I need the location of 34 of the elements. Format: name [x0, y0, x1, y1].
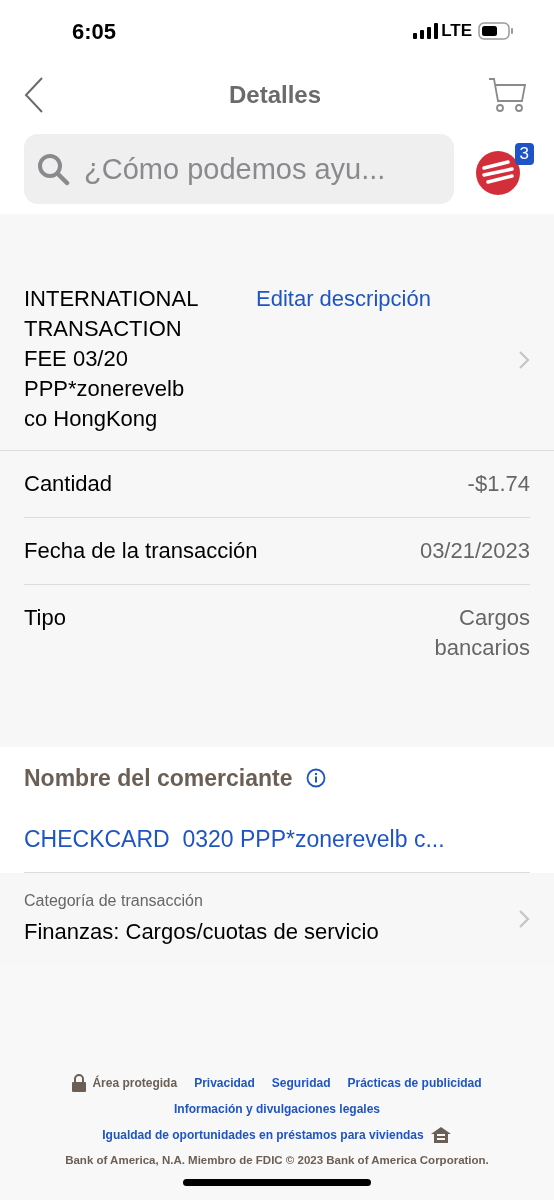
info-icon[interactable]: [306, 768, 327, 789]
detail-value: -$1.74: [467, 470, 530, 498]
detail-label: Cantidad: [24, 470, 113, 498]
signal-icon: [413, 23, 440, 39]
detail-label: Fecha de la transacción: [24, 537, 258, 565]
cart-icon: [488, 77, 528, 113]
footer-link[interactable]: Prácticas de publicidad: [347, 1073, 482, 1092]
equal-housing-icon: [429, 1125, 452, 1144]
chevron-right-icon: [518, 908, 530, 929]
copyright-text: Bank of America, N.A. Miembro de FDIC © 2023 Bank of America Corporation.: [65, 1152, 489, 1168]
lock-icon: [72, 1073, 87, 1092]
detail-label: Tipo: [24, 604, 66, 632]
status-time: 6:05: [72, 17, 117, 46]
detail-value: Cargos bancarios: [434, 604, 530, 662]
search-field[interactable]: ¿Cómo podemos ayu...: [24, 134, 454, 204]
footer-link[interactable]: Privacidad: [194, 1073, 255, 1092]
battery-icon: [478, 22, 514, 40]
footer-link[interactable]: Información y divulgaciones legales: [173, 1099, 381, 1118]
footer-link[interactable]: Igualdad de oportunidades en préstamos para viviendas: [102, 1125, 424, 1144]
detail-value: 03/21/2023: [419, 537, 530, 565]
footer-link[interactable]: Seguridad: [271, 1073, 331, 1092]
back-chevron-icon: [24, 77, 44, 113]
merchant-heading: Nombre del comerciante: [24, 764, 293, 793]
assistant-logo-icon[interactable]: [476, 151, 520, 195]
chevron-right-icon: [518, 350, 530, 370]
edit-description-link[interactable]: Editar descripción: [256, 284, 530, 314]
transaction-description: INTERNATIONAL TRANSACTION FEE 03/20 PPP*zonerevelb co HongKong: [24, 285, 200, 433]
category-value: Finanzas: Cargos/cuotas de servicio: [24, 918, 379, 946]
network-label: LTE: [441, 20, 472, 43]
secure-area-label: Área protegida: [92, 1074, 178, 1092]
notification-badge: 3: [514, 143, 534, 165]
page-title: Detalles: [228, 80, 322, 110]
category-label: Categoría de transacción: [24, 891, 204, 911]
search-icon: [36, 152, 70, 186]
